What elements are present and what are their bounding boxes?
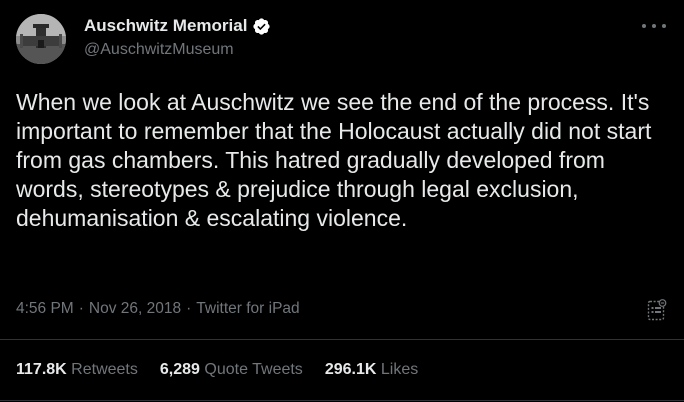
divider	[0, 339, 684, 340]
author-handle[interactable]: @AuschwitzMuseum	[84, 41, 271, 59]
retweets-label: Retweets	[71, 361, 138, 378]
more-options-icon[interactable]	[642, 16, 666, 36]
retweets-stat[interactable]: 117.8K Retweets	[16, 361, 138, 379]
more-dot	[662, 24, 666, 28]
author-header: Auschwitz Memorial @AuschwitzMuseum	[84, 15, 271, 59]
more-dot	[642, 24, 646, 28]
tweet-text: When we look at Auschwitz we see the end…	[16, 89, 652, 231]
more-dot	[652, 24, 656, 28]
meta-separator: ·	[78, 300, 84, 317]
analytics-icon[interactable]	[647, 299, 667, 321]
retweets-count: 117.8K	[16, 361, 67, 378]
tweet-meta: 4:56 PM · Nov 26, 2018 · Twitter for iPad	[16, 300, 300, 318]
verified-badge-icon	[253, 17, 271, 35]
likes-stat[interactable]: 296.1K Likes	[325, 361, 418, 379]
avatar-photo-icon	[16, 14, 66, 64]
tweet-time[interactable]: 4:56 PM	[16, 300, 74, 317]
quote-tweets-stat[interactable]: 6,289 Quote Tweets	[160, 361, 303, 379]
quote-tweets-label: Quote Tweets	[204, 361, 303, 378]
likes-count: 296.1K	[324, 361, 377, 378]
meta-separator: ·	[186, 300, 192, 317]
divider	[0, 400, 684, 401]
engagement-stats: 117.8K Retweets 6,289 Quote Tweets 296.1…	[16, 361, 440, 379]
name-row: Auschwitz Memorial	[84, 15, 271, 37]
tweet-source[interactable]: Twitter for iPad	[196, 300, 299, 317]
author-name[interactable]: Auschwitz Memorial	[84, 16, 247, 36]
tweet-card: Auschwitz Memorial @AuschwitzMuseum When…	[0, 0, 684, 402]
tweet-date[interactable]: Nov 26, 2018	[89, 300, 181, 317]
likes-label: Likes	[380, 361, 419, 378]
avatar[interactable]	[16, 14, 66, 64]
quote-tweets-count: 6,289	[159, 361, 200, 378]
